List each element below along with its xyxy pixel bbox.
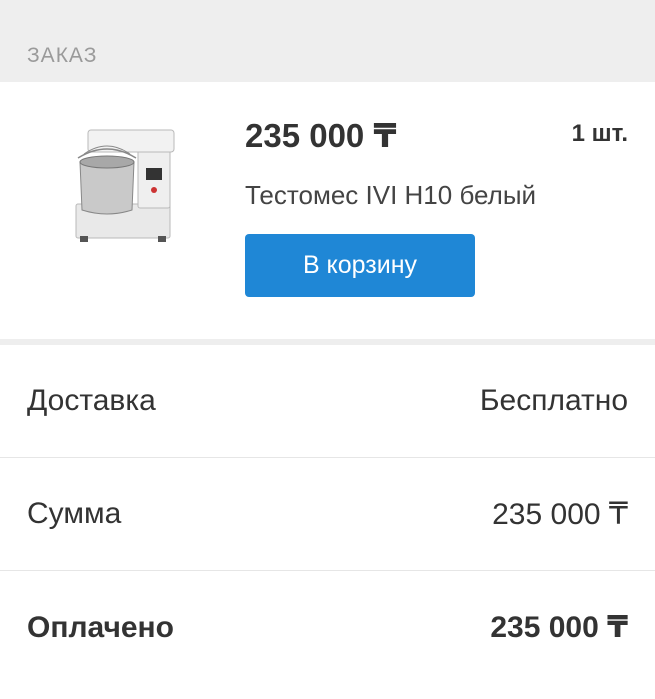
total-label: Сумма [27,497,122,530]
paid-label: Оплачено [27,610,174,644]
product-price: 235 000 ₸ [245,117,397,154]
delivery-value: Бесплатно [479,384,628,417]
total-row: Сумма 235 000 ₸ [0,458,655,571]
order-section-title: ЗАКАЗ [27,44,98,67]
product-card: 235 000 ₸ 1 шт. Тестомес IVI H10 белый В… [0,82,655,345]
paid-value: 235 000 ₸ [490,611,628,644]
product-quantity: 1 шт. [571,120,628,147]
delivery-row: Доставка Бесплатно [0,345,655,458]
add-to-cart-button[interactable]: В корзину [245,234,475,297]
order-section-header: ЗАКАЗ [0,0,655,82]
dough-mixer-image [62,124,192,254]
delivery-label: Доставка [27,384,156,417]
total-value: 235 000 ₸ [492,497,628,531]
product-name[interactable]: Тестомес IVI H10 белый [245,180,536,211]
paid-row: Оплачено 235 000 ₸ [0,571,655,684]
